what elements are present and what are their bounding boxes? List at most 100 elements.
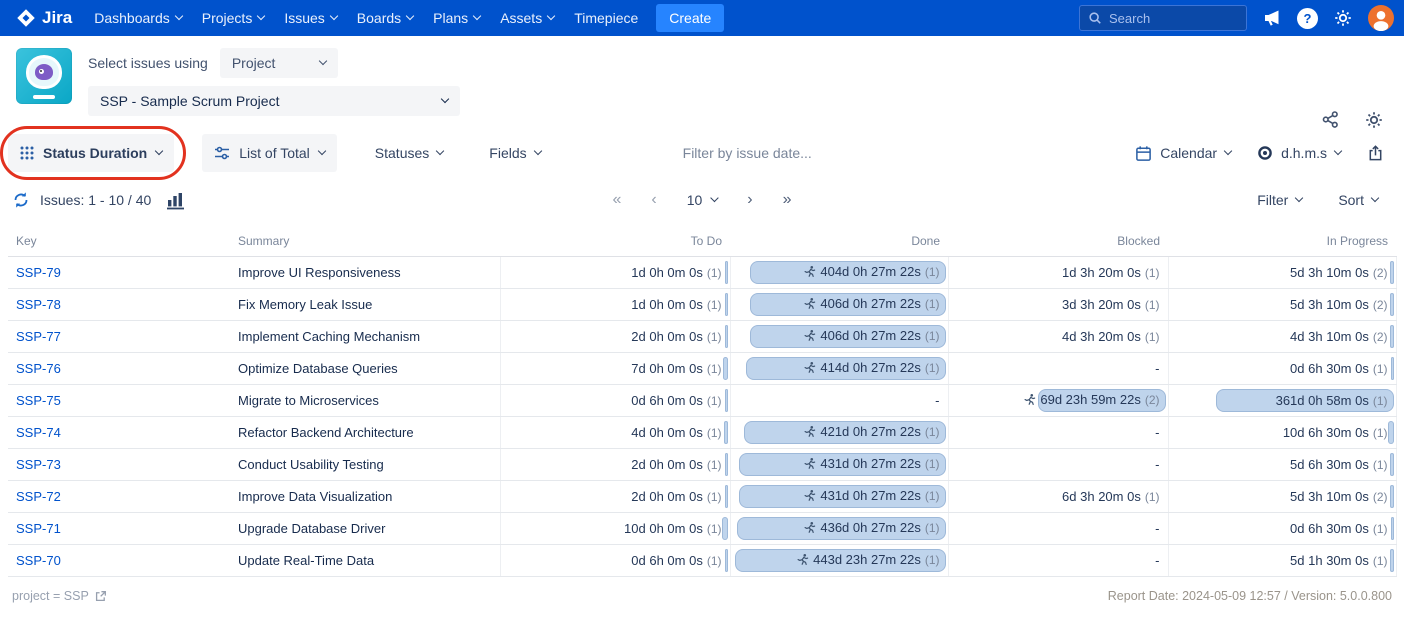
grid-icon bbox=[20, 146, 34, 160]
issue-key-cell: SSP-79 bbox=[8, 257, 230, 289]
duration-cell-todo: 10d 0h 0m 0s(1) bbox=[500, 513, 730, 545]
create-button[interactable]: Create bbox=[656, 4, 724, 32]
export-icon[interactable] bbox=[1367, 145, 1384, 162]
search-input[interactable] bbox=[1109, 11, 1229, 26]
issue-summary: Fix Memory Leak Issue bbox=[230, 289, 500, 321]
issue-key-link[interactable]: SSP-70 bbox=[16, 553, 61, 568]
duration-value: - bbox=[1155, 361, 1159, 376]
avatar[interactable] bbox=[1368, 5, 1394, 31]
feedback-megaphone-icon[interactable] bbox=[1262, 8, 1282, 28]
duration-cell-blocked: 3d 3h 20m 0s(1) bbox=[948, 289, 1168, 321]
issue-key-link[interactable]: SSP-78 bbox=[16, 297, 61, 312]
issue-key-link[interactable]: SSP-77 bbox=[16, 329, 61, 344]
nav-item-issues[interactable]: Issues bbox=[274, 0, 346, 36]
page-size-value: 10 bbox=[687, 192, 703, 208]
duration-value: 404d 0h 27m 22s(1) bbox=[803, 264, 939, 279]
nav-item-projects[interactable]: Projects bbox=[192, 0, 275, 36]
duration-cell-blocked: - bbox=[948, 417, 1168, 449]
issue-key-link[interactable]: SSP-74 bbox=[16, 425, 61, 440]
duration-cell-todo: 4d 0h 0m 0s(1) bbox=[500, 417, 730, 449]
nav-item-plans[interactable]: Plans bbox=[423, 0, 490, 36]
nav-right-group: ? bbox=[1079, 5, 1394, 31]
duration-value: 1d 3h 20m 0s(1) bbox=[1062, 265, 1159, 280]
duration-value: 5d 3h 10m 0s(2) bbox=[1290, 489, 1387, 504]
runner-icon bbox=[803, 425, 816, 438]
nav-item-boards[interactable]: Boards bbox=[347, 0, 423, 36]
settings-gear-icon[interactable] bbox=[1333, 8, 1353, 28]
duration-cell-blocked: 4d 3h 20m 0s(1) bbox=[948, 321, 1168, 353]
nav-item-label: Timepiece bbox=[574, 10, 638, 26]
runner-icon bbox=[796, 553, 809, 566]
sort-dropdown[interactable]: Sort bbox=[1338, 192, 1378, 208]
refresh-button[interactable] bbox=[12, 191, 30, 209]
duration-cell-inprogress: 5d 3h 10m 0s(2) bbox=[1168, 481, 1396, 513]
nav-item-assets[interactable]: Assets bbox=[490, 0, 564, 36]
statuses-dropdown[interactable]: Statuses bbox=[375, 145, 443, 161]
runner-icon bbox=[803, 489, 816, 502]
duration-cell-todo: 2d 0h 0m 0s(1) bbox=[500, 449, 730, 481]
chevron-down-icon bbox=[710, 194, 718, 202]
issue-date-filter-input[interactable] bbox=[683, 145, 893, 161]
report-type-button[interactable]: Status Duration bbox=[8, 134, 174, 172]
issue-summary: Refactor Backend Architecture bbox=[230, 417, 500, 449]
chevron-down-icon bbox=[257, 12, 265, 20]
duration-value: 406d 0h 27m 22s(1) bbox=[803, 296, 939, 311]
issue-summary: Improve Data Visualization bbox=[230, 481, 500, 513]
nav-item-timepiece[interactable]: Timepiece bbox=[564, 0, 648, 36]
duration-bar bbox=[725, 325, 728, 348]
duration-cell-todo: 0d 6h 0m 0s(1) bbox=[500, 545, 730, 577]
time-format-dropdown[interactable]: d.h.m.s bbox=[1257, 145, 1341, 161]
issue-key-link[interactable]: SSP-73 bbox=[16, 457, 61, 472]
issue-key-cell: SSP-76 bbox=[8, 353, 230, 385]
issue-key-cell: SSP-78 bbox=[8, 289, 230, 321]
runner-icon bbox=[803, 297, 816, 310]
project-select[interactable]: SSP - Sample Scrum Project bbox=[88, 86, 460, 116]
duration-value: 431d 0h 27m 22s(1) bbox=[803, 488, 939, 503]
issues-table: Key Summary To Do Done Blocked In Progre… bbox=[8, 228, 1397, 577]
duration-cell-done: 414d 0h 27m 22s(1) bbox=[730, 353, 948, 385]
prev-page-button[interactable]: ‹ bbox=[651, 192, 656, 208]
next-page-button[interactable]: › bbox=[747, 192, 752, 208]
nav-item-label: Issues bbox=[284, 10, 324, 26]
issue-summary: Update Real-Time Data bbox=[230, 545, 500, 577]
duration-bar bbox=[1390, 549, 1393, 572]
jql-filter-link[interactable]: project = SSP bbox=[12, 589, 107, 603]
column-header-done: Done bbox=[730, 228, 948, 257]
duration-value: 6d 3h 20m 0s(1) bbox=[1062, 489, 1159, 504]
last-page-button[interactable]: » bbox=[783, 192, 792, 208]
help-icon[interactable]: ? bbox=[1297, 8, 1318, 29]
duration-bar bbox=[1391, 357, 1394, 380]
issue-key-cell: SSP-75 bbox=[8, 385, 230, 417]
toolbar-right-group: Calendar d.h.m.s bbox=[1135, 145, 1396, 162]
view-mode-button[interactable]: List of Total bbox=[202, 134, 337, 172]
jira-logo[interactable]: Jira bbox=[16, 8, 72, 28]
chevron-down-icon bbox=[330, 12, 338, 20]
issue-key-link[interactable]: SSP-79 bbox=[16, 265, 61, 280]
filter-dropdown[interactable]: Filter bbox=[1257, 192, 1302, 208]
calendar-dropdown[interactable]: Calendar bbox=[1135, 145, 1231, 162]
page-size-select[interactable]: 10 bbox=[687, 192, 718, 208]
duration-value: 361d 0h 58m 0s(1) bbox=[1276, 393, 1388, 408]
table-row: SSP-72Improve Data Visualization2d 0h 0m… bbox=[8, 481, 1396, 513]
issue-key-link[interactable]: SSP-72 bbox=[16, 489, 61, 504]
duration-value: 69d 23h 59m 22s(2) bbox=[1023, 392, 1159, 407]
table-row: SSP-75Migrate to Microservices0d 6h 0m 0… bbox=[8, 385, 1396, 417]
first-page-button[interactable]: « bbox=[612, 192, 621, 208]
issue-source-select[interactable]: Project bbox=[220, 48, 338, 78]
top-nav: Jira Dashboards Projects Issues Boards P… bbox=[0, 0, 1404, 36]
issue-key-link[interactable]: SSP-75 bbox=[16, 393, 61, 408]
column-header-summary: Summary bbox=[230, 228, 500, 257]
calendar-label: Calendar bbox=[1160, 145, 1217, 161]
duration-value: 0d 6h 0m 0s(1) bbox=[631, 553, 721, 568]
issue-key-link[interactable]: SSP-76 bbox=[16, 361, 61, 376]
fields-dropdown[interactable]: Fields bbox=[489, 145, 540, 161]
chart-view-button[interactable] bbox=[165, 189, 187, 211]
table-row: SSP-73Conduct Usability Testing2d 0h 0m … bbox=[8, 449, 1396, 481]
search-box[interactable] bbox=[1079, 5, 1247, 31]
duration-cell-todo: 1d 0h 0m 0s(1) bbox=[500, 289, 730, 321]
duration-cell-done: 404d 0h 27m 22s(1) bbox=[730, 257, 948, 289]
issue-key-link[interactable]: SSP-71 bbox=[16, 521, 61, 536]
duration-cell-inprogress: 0d 6h 30m 0s(1) bbox=[1168, 353, 1396, 385]
bar-chart-icon bbox=[165, 189, 187, 211]
nav-item-dashboards[interactable]: Dashboards bbox=[84, 0, 192, 36]
